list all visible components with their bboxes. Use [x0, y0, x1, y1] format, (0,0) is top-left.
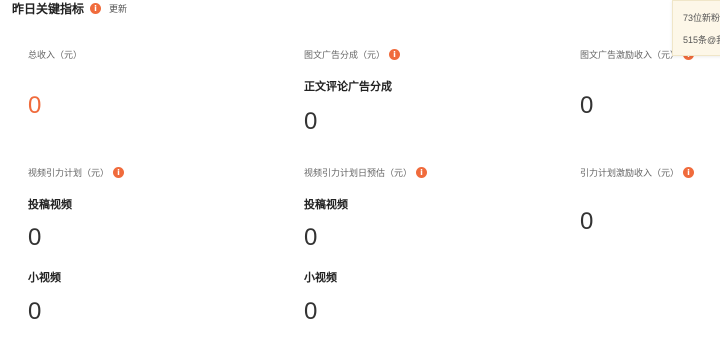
metric-sub-label: 正文评论广告分成: [304, 81, 392, 93]
metric-value-submitted-video: 0: [304, 224, 318, 251]
section-title: 昨日关键指标: [12, 1, 85, 16]
metric-sub-label-submitted-video: 投稿视频: [304, 199, 348, 211]
metric-value: 0: [28, 92, 42, 119]
notification-popup[interactable]: 73位新粉 515条@我: [672, 0, 720, 56]
metric-value: 0: [304, 108, 318, 135]
metric-sub-label-short-video: 小视频: [304, 272, 337, 284]
metric-video-traffic-plan: 视频引力计划（元） i 投稿视频 0 小视频 0: [28, 166, 268, 326]
info-icon[interactable]: i: [113, 166, 125, 178]
metric-value: 0: [580, 92, 594, 119]
metric-value-short-video: 0: [28, 298, 42, 325]
mentions-notice[interactable]: 515条@我: [683, 33, 720, 46]
metric-article-ad-share: 图文广告分成（元） i 正文评论广告分成 0: [304, 48, 564, 144]
metric-label: 图文广告激励收入（元）: [580, 49, 680, 60]
metric-value: 0: [580, 208, 594, 235]
metric-label: 引力计划激励收入（元）: [580, 167, 680, 178]
metric-label: 图文广告分成（元）: [304, 49, 386, 60]
metric-article-ad-incentive: 图文广告激励收入（元） i 0: [580, 48, 720, 128]
info-icon[interactable]: i: [90, 2, 102, 14]
metric-value-submitted-video: 0: [28, 224, 42, 251]
metric-label: 总收入（元）: [28, 49, 83, 60]
metric-label: 视频引力计划（元）: [28, 167, 110, 178]
new-followers-notice[interactable]: 73位新粉: [683, 11, 720, 24]
metric-video-traffic-estimate: 视频引力计划日预估（元） i 投稿视频 0 小视频 0: [304, 166, 564, 326]
metric-total-income: 总收入（元） 0: [28, 48, 268, 128]
metric-traffic-incentive: 引力计划激励收入（元） i 0: [580, 166, 720, 256]
info-icon[interactable]: i: [389, 48, 401, 60]
update-link[interactable]: 更新: [109, 2, 127, 15]
metric-sub-label-short-video: 小视频: [28, 272, 61, 284]
metric-value-short-video: 0: [304, 298, 318, 325]
metric-sub-label-submitted-video: 投稿视频: [28, 199, 72, 211]
section-header: 昨日关键指标 i 更新: [12, 0, 127, 16]
info-icon[interactable]: i: [416, 166, 428, 178]
info-icon[interactable]: i: [683, 166, 695, 178]
metric-label: 视频引力计划日预估（元）: [304, 167, 413, 178]
